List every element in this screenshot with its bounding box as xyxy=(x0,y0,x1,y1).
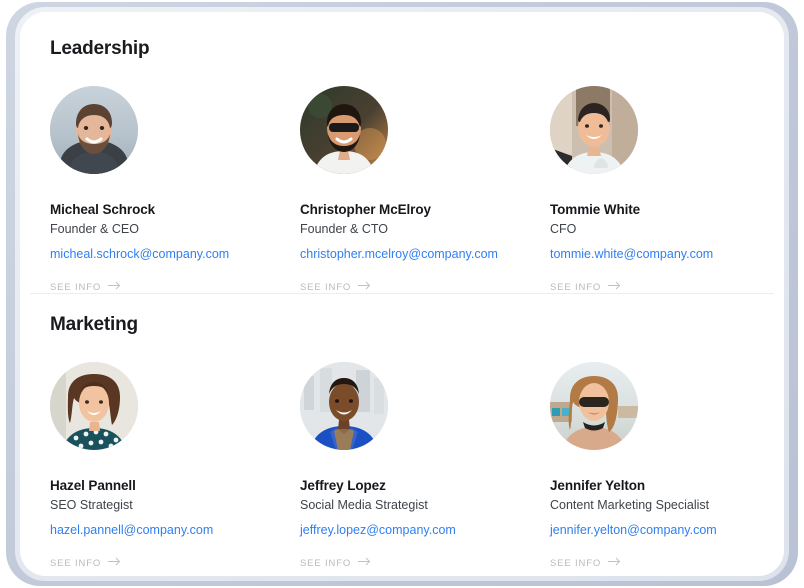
device-bezel: Leadership Micheal Schrock Founder & CEO… xyxy=(15,7,789,581)
avatar xyxy=(550,362,638,450)
device-frame: Leadership Micheal Schrock Founder & CEO… xyxy=(6,2,798,586)
people-grid-leadership: Micheal Schrock Founder & CEO micheal.sc… xyxy=(50,86,754,293)
person-name: Jeffrey Lopez xyxy=(300,478,386,493)
see-info-link[interactable]: SEE INFO xyxy=(300,281,540,293)
section-marketing: Marketing Hazel Pannell SEO Strategist h… xyxy=(20,294,784,569)
person-card[interactable]: Hazel Pannell SEO Strategist hazel.panne… xyxy=(50,362,300,569)
person-email-link[interactable]: tommie.white@company.com xyxy=(550,247,713,261)
arrow-right-icon xyxy=(608,281,621,293)
person-email-link[interactable]: hazel.pannell@company.com xyxy=(50,523,213,537)
person-name: Jennifer Yelton xyxy=(550,478,646,493)
arrow-right-icon xyxy=(358,281,371,293)
section-leadership: Leadership Micheal Schrock Founder & CEO… xyxy=(20,12,784,293)
person-card[interactable]: Tommie White CFO tommie.white@company.co… xyxy=(550,86,784,293)
see-info-label: SEE INFO xyxy=(300,281,352,293)
see-info-link[interactable]: SEE INFO xyxy=(300,557,540,569)
section-title-marketing: Marketing xyxy=(50,314,138,335)
person-role: Social Media Strategist xyxy=(300,498,428,512)
see-info-label: SEE INFO xyxy=(550,557,602,569)
arrow-right-icon xyxy=(108,557,121,569)
avatar xyxy=(50,86,138,174)
see-info-link[interactable]: SEE INFO xyxy=(50,557,290,569)
avatar xyxy=(550,86,638,174)
person-email-link[interactable]: micheal.schrock@company.com xyxy=(50,247,229,261)
person-role: SEO Strategist xyxy=(50,498,133,512)
team-directory-page: Leadership Micheal Schrock Founder & CEO… xyxy=(20,12,784,576)
people-grid-marketing: Hazel Pannell SEO Strategist hazel.panne… xyxy=(50,362,754,569)
person-role: CFO xyxy=(550,222,577,236)
arrow-right-icon xyxy=(608,557,621,569)
person-name: Micheal Schrock xyxy=(50,202,156,217)
arrow-right-icon xyxy=(358,557,371,569)
screen: Leadership Micheal Schrock Founder & CEO… xyxy=(20,12,784,576)
person-email-link[interactable]: jennifer.yelton@company.com xyxy=(550,523,717,537)
person-role: Founder & CTO xyxy=(300,222,389,236)
person-email-link[interactable]: jeffrey.lopez@company.com xyxy=(300,523,456,537)
person-card[interactable]: Micheal Schrock Founder & CEO micheal.sc… xyxy=(50,86,300,293)
person-card[interactable]: Jeffrey Lopez Social Media Strategist je… xyxy=(300,362,550,569)
see-info-label: SEE INFO xyxy=(300,557,352,569)
see-info-link[interactable]: SEE INFO xyxy=(550,557,784,569)
avatar xyxy=(50,362,138,450)
person-name: Tommie White xyxy=(550,202,641,217)
person-email-link[interactable]: christopher.mcelroy@company.com xyxy=(300,247,498,261)
see-info-link[interactable]: SEE INFO xyxy=(550,281,784,293)
arrow-right-icon xyxy=(108,281,121,293)
person-role: Founder & CEO xyxy=(50,222,139,236)
avatar xyxy=(300,362,388,450)
person-role: Content Marketing Specialist xyxy=(550,498,710,512)
person-card[interactable]: Jennifer Yelton Content Marketing Specia… xyxy=(550,362,784,569)
see-info-label: SEE INFO xyxy=(50,281,102,293)
see-info-link[interactable]: SEE INFO xyxy=(50,281,290,293)
person-name: Christopher McElroy xyxy=(300,202,431,217)
see-info-label: SEE INFO xyxy=(550,281,602,293)
section-title-leadership: Leadership xyxy=(50,38,150,59)
person-name: Hazel Pannell xyxy=(50,478,136,493)
avatar xyxy=(300,86,388,174)
see-info-label: SEE INFO xyxy=(50,557,102,569)
person-card[interactable]: Christopher McElroy Founder & CTO christ… xyxy=(300,86,550,293)
